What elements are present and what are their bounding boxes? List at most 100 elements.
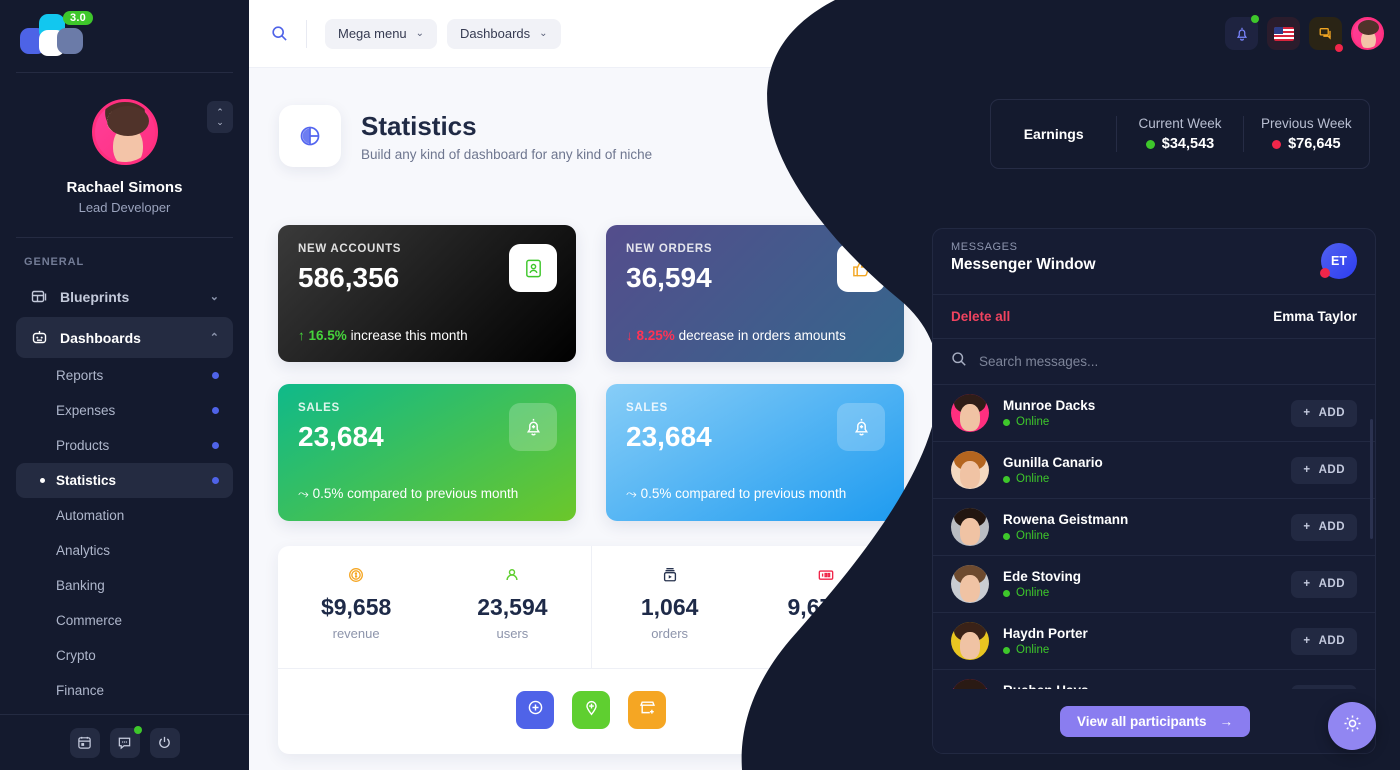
avatar [951, 565, 989, 603]
robot-icon [30, 329, 48, 347]
contact-status: Online [1003, 530, 1128, 542]
earnings-value: $34,543 [1161, 136, 1215, 152]
user-avatar-button[interactable] [1351, 17, 1384, 50]
chevron-down-icon: ⌄ [209, 291, 219, 303]
sidebar-item-dashboards[interactable]: Dashboards ⌃ [16, 317, 233, 358]
avatar [951, 394, 989, 432]
sidebar-item-label: Dashboards [60, 329, 141, 346]
profile-role: Lead Developer [78, 200, 171, 215]
view-all-participants-button[interactable]: View all participants → [1059, 705, 1251, 737]
add-label: ADD [1318, 521, 1345, 533]
chat-button[interactable] [109, 725, 142, 758]
contact-list-item[interactable]: Rowena Geistmann Online + ADD [933, 499, 1375, 556]
sidebar-item-reports[interactable]: Reports [16, 358, 233, 393]
sidebar-item-label: Finance [56, 683, 105, 698]
sidebar-item-label: Products [56, 438, 110, 453]
power-button[interactable] [149, 727, 180, 758]
earnings-previous-week: Previous Week $76,645 [1242, 116, 1369, 152]
sidebar-item-statistics[interactable]: Statistics [16, 463, 233, 498]
scrollbar[interactable] [1370, 419, 1373, 539]
sidebar-item-dot [212, 372, 219, 379]
status-dot-online [1003, 646, 1010, 654]
messenger-subheader: Delete all Emma Taylor [933, 295, 1375, 339]
add-contact-button[interactable]: + ADD [1291, 570, 1357, 598]
sidebar-item-label: Automation [56, 508, 125, 523]
sidebar-item-label: Banking [56, 578, 105, 593]
messenger-panel: MESSAGES Messenger Window ET Delete all … [932, 228, 1376, 754]
avatar [951, 622, 989, 660]
earnings-value: $76,645 [1288, 136, 1341, 152]
sidebar-item-analytics[interactable]: Analytics [16, 533, 233, 568]
sidebar-item-label: Commerce [56, 613, 123, 628]
sidebar-section-label: GENERAL [24, 256, 85, 268]
sidebar-item-label: Analytics [56, 543, 111, 558]
status-dot-online [1003, 475, 1010, 483]
contact-list-item[interactable]: Ede Stoving Online + ADD [933, 556, 1375, 613]
sidebar-item-expenses[interactable]: Expenses [16, 393, 233, 428]
grid-icon [30, 288, 48, 306]
earnings-panel: Earnings Current Week $34,543 Previous W… [990, 99, 1370, 169]
earnings-title-cell: Earnings [991, 126, 1116, 142]
version-badge: 3.0 [63, 11, 93, 25]
add-label: ADD [1318, 407, 1345, 419]
earnings-label: Previous Week [1261, 116, 1352, 131]
contact-name: Haydn Porter [1003, 626, 1088, 641]
contact-list-item[interactable]: Haydn Porter Online + ADD [933, 613, 1375, 670]
sidebar-item-blueprints[interactable]: Blueprints ⌄ [16, 276, 233, 317]
search-input[interactable] [979, 354, 1309, 369]
contact-list-item[interactable]: Gunilla Canario Online + ADD [933, 442, 1375, 499]
messages-button[interactable] [1309, 17, 1343, 52]
sidebar-item-automation[interactable]: Automation [16, 498, 233, 533]
add-contact-button[interactable]: + ADD [1291, 627, 1357, 655]
calendar-button[interactable] [69, 727, 100, 758]
earnings-label: Current Week [1138, 116, 1222, 131]
topbar-actions [1225, 15, 1384, 52]
avatar [951, 508, 989, 546]
status-dot-green [1145, 139, 1155, 149]
sidebar-item-commerce[interactable]: Commerce [16, 603, 233, 638]
brand-logo[interactable]: 3.0 [0, 0, 249, 72]
avatar[interactable] [91, 99, 158, 165]
earnings-value-row: $76,645 [1244, 136, 1369, 152]
notifications-button[interactable] [1225, 15, 1259, 50]
view-all-label: View all participants [1076, 713, 1207, 729]
contact-status: Online [1003, 473, 1103, 485]
plus-icon: + [1303, 464, 1311, 476]
messenger-search[interactable] [933, 339, 1375, 385]
contact-name: Ede Stoving [1003, 569, 1082, 584]
plus-icon: + [1303, 407, 1311, 419]
settings-fab-button[interactable] [1328, 702, 1376, 750]
sidebar-item-crypto[interactable]: Crypto [16, 638, 233, 673]
language-button[interactable] [1267, 17, 1300, 50]
messenger-header: MESSAGES Messenger Window ET [933, 229, 1375, 295]
contact-status: Online [1003, 587, 1081, 599]
sidebar-item-label: Reports [56, 368, 104, 383]
earnings-value-row: $34,543 [1117, 136, 1242, 152]
contact-list-item[interactable]: Munroe Dacks Online + ADD [933, 385, 1375, 442]
sidebar-item-finance[interactable]: Finance [16, 673, 233, 708]
plus-icon: + [1303, 521, 1311, 533]
messenger-footer: View all participants → [933, 689, 1375, 753]
messenger-kicker: MESSAGES [951, 241, 1018, 253]
status-dot-online [1003, 418, 1010, 426]
sidebar-subnav: Reports Expenses Products Statistics Automat… [0, 358, 249, 708]
add-label: ADD [1318, 635, 1345, 647]
profile-name: Rachael Simons [66, 179, 183, 196]
profile-switch-button[interactable]: ⌃ ⌄ [207, 101, 233, 133]
messenger-owner-name: Emma Taylor [1273, 309, 1357, 324]
flag-us-icon [1273, 26, 1294, 41]
add-contact-button[interactable]: + ADD [1291, 456, 1357, 484]
chevron-down-icon: ⌄ [216, 117, 224, 127]
search-icon [951, 351, 967, 372]
earnings-title: Earnings [1023, 126, 1084, 142]
chevron-up-icon: ⌃ [209, 332, 219, 344]
sidebar-item-banking[interactable]: Banking [16, 568, 233, 603]
status-dot-red [1320, 268, 1330, 278]
logo-blob-gray [57, 28, 83, 54]
plus-icon: + [1303, 578, 1311, 590]
delete-all-button[interactable]: Delete all [951, 309, 1010, 324]
messenger-owner-badge[interactable]: ET [1320, 243, 1357, 279]
add-contact-button[interactable]: + ADD [1291, 513, 1357, 541]
sidebar-item-products[interactable]: Products [16, 428, 233, 463]
add-contact-button[interactable]: + ADD [1291, 399, 1357, 427]
